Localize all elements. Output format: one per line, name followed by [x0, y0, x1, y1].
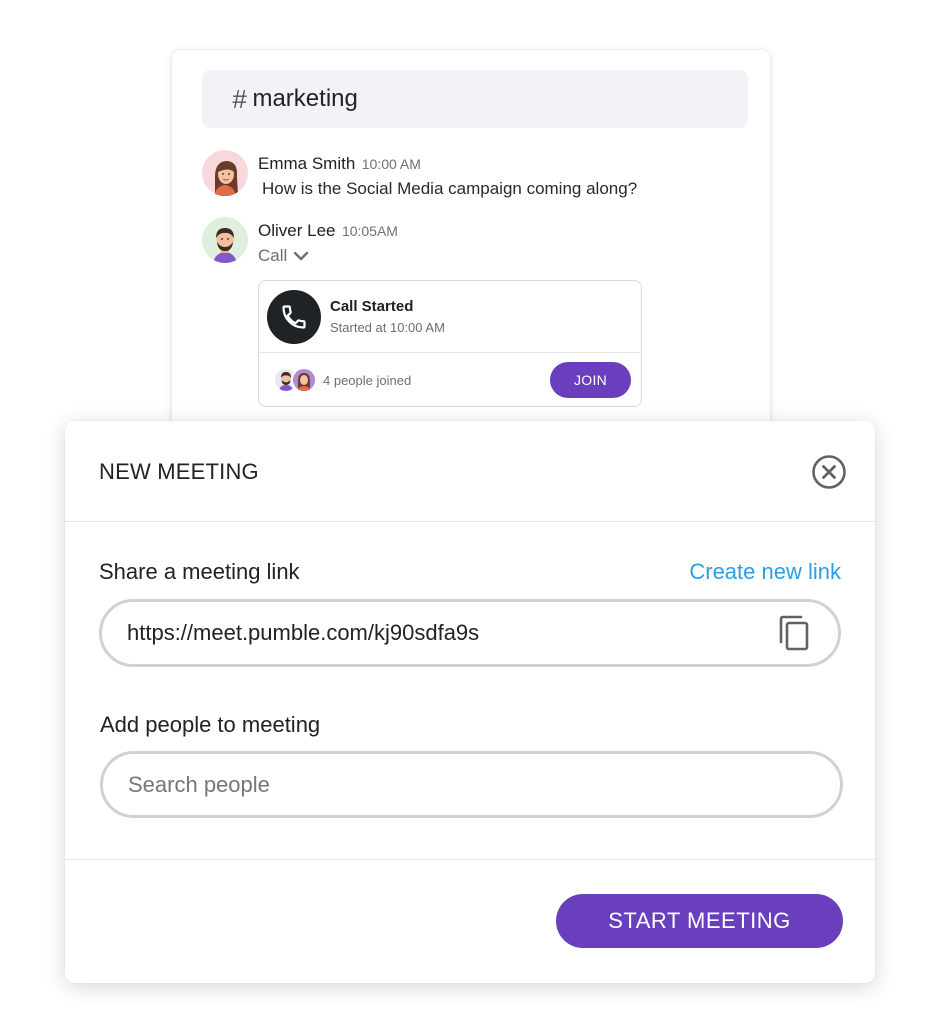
people-joined-count: 4 people joined: [323, 372, 412, 388]
avatar-emma[interactable]: [202, 150, 248, 196]
modal-body: Share a meeting link Create new link htt…: [65, 522, 875, 860]
call-label: Call: [258, 246, 288, 265]
message-author[interactable]: Emma Smith: [258, 154, 355, 173]
call-dropdown[interactable]: Call: [258, 246, 398, 266]
call-subtitle: Started at 10:00 AM: [330, 320, 445, 335]
chevron-down-icon: [293, 250, 309, 262]
meeting-link-value: https://meet.pumble.com/kj90sdfa9s: [127, 620, 480, 645]
message-emma: Emma Smith 10:00 AM How is the Social Me…: [202, 150, 637, 199]
message-time: 10:00 AM: [361, 156, 421, 172]
meeting-link-field[interactable]: https://meet.pumble.com/kj90sdfa9s: [99, 599, 841, 667]
message-time: 10:05AM: [341, 223, 398, 239]
modal-header: NEW MEETING: [65, 421, 875, 522]
search-people-input[interactable]: [128, 771, 840, 798]
close-icon[interactable]: [811, 454, 847, 490]
channel-name: marketing: [252, 85, 358, 112]
new-meeting-modal: NEW MEETING Share a meeting link Create …: [65, 421, 875, 983]
add-people-label: Add people to meeting: [100, 712, 321, 737]
join-call-button[interactable]: JOIN: [550, 362, 631, 398]
message-author[interactable]: Oliver Lee: [258, 221, 335, 240]
modal-footer: START MEETING: [65, 860, 875, 982]
search-people-field[interactable]: [100, 751, 843, 818]
call-card: Call Started Started at 10:00 AM 4 peopl…: [258, 280, 642, 407]
channel-header: # marketing: [202, 70, 748, 128]
create-new-link[interactable]: Create new link: [689, 559, 841, 585]
participants-avatars: [273, 367, 317, 393]
channel-hash-icon: #: [232, 83, 247, 114]
copy-icon[interactable]: [776, 613, 812, 653]
avatar: [291, 367, 317, 393]
share-link-label: Share a meeting link: [99, 559, 300, 584]
start-meeting-button[interactable]: START MEETING: [556, 894, 843, 948]
chat-panel: # marketing Emma Smith 10:00 AM How is t…: [172, 50, 770, 450]
message-text: How is the Social Media campaign coming …: [262, 179, 638, 198]
phone-icon: [267, 289, 321, 344]
avatar-oliver[interactable]: [202, 217, 248, 263]
message-oliver: Oliver Lee 10:05AM Call: [202, 217, 398, 266]
modal-title: NEW MEETING: [99, 459, 259, 484]
call-title: Call Started: [330, 298, 414, 315]
